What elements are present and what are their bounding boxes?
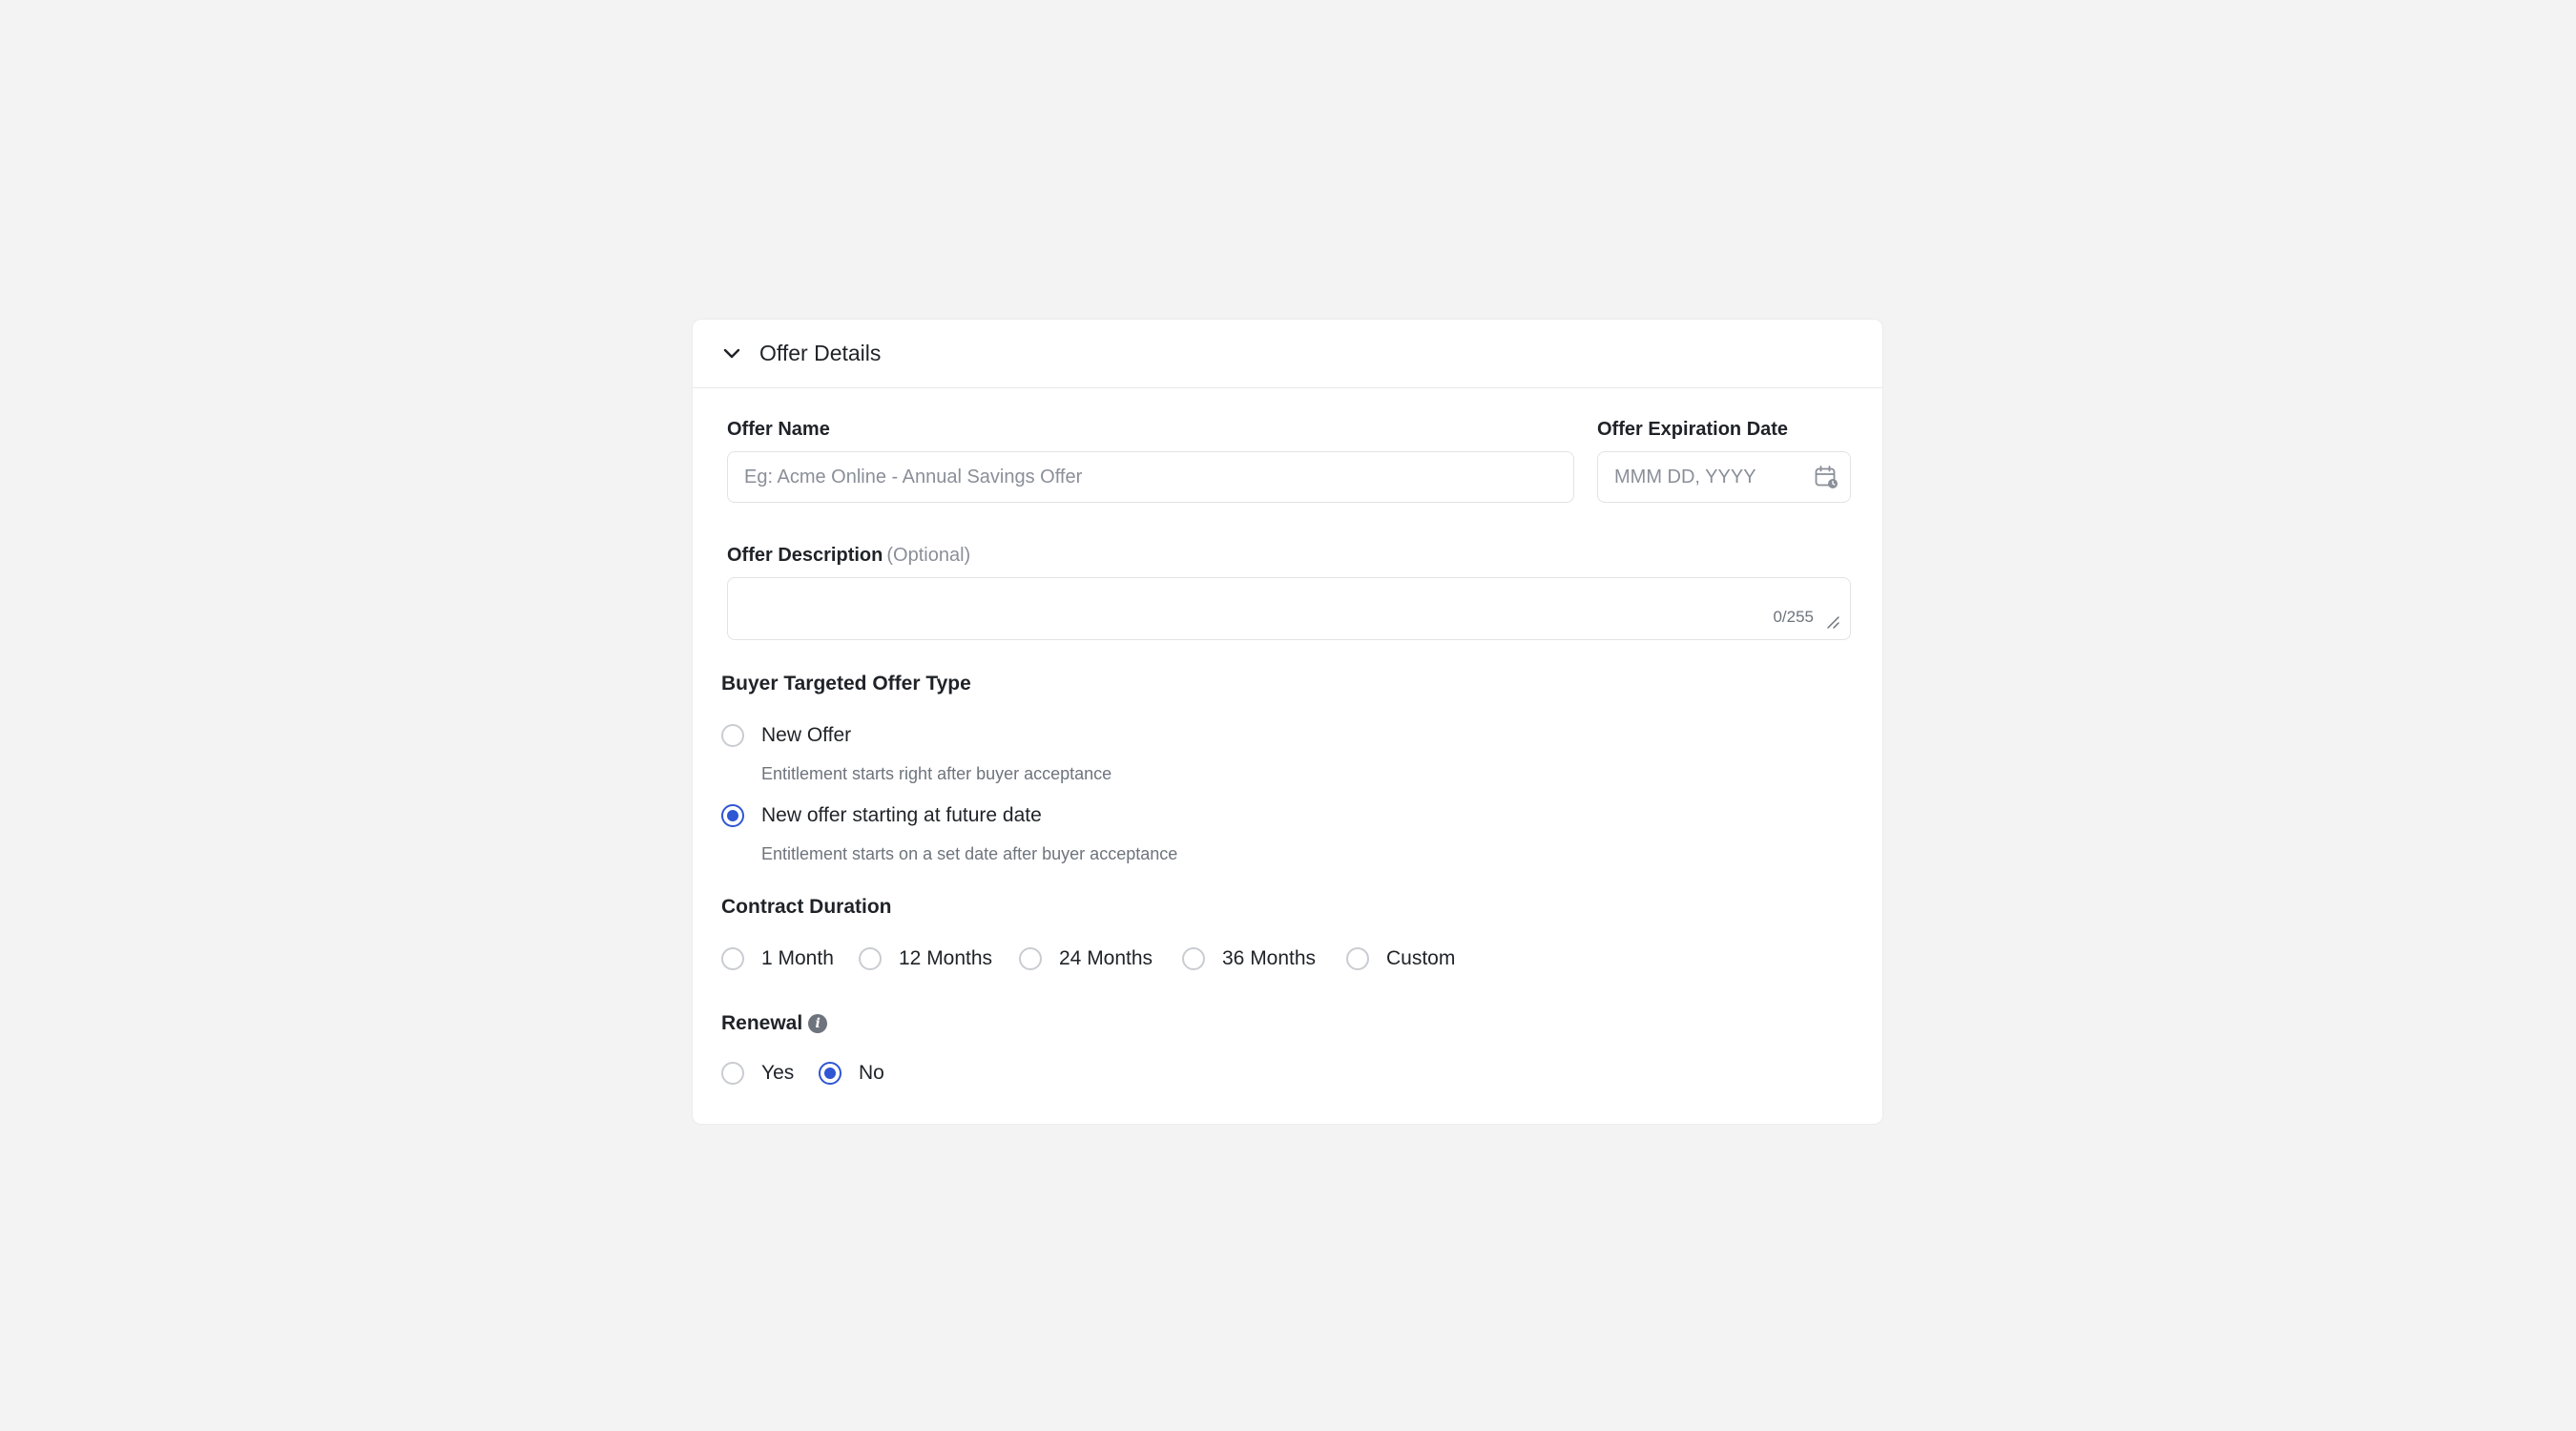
chevron-down-icon[interactable]	[721, 343, 742, 364]
option-label: Custom	[1386, 947, 1456, 969]
contract-duration-options: 1 Month 12 Months 24 Months 36 Months Cu…	[721, 947, 1455, 970]
offer-details-header[interactable]: Offer Details	[693, 320, 1882, 388]
buyer-type-option-new-offer[interactable]: New Offer	[721, 724, 851, 747]
optional-tag: (Optional)	[886, 545, 971, 566]
renewal-title-text: Renewal	[721, 1012, 803, 1034]
duration-option-custom[interactable]: Custom	[1346, 947, 1455, 970]
radio-custom[interactable]	[1346, 947, 1369, 970]
section-title: Offer Details	[759, 341, 882, 365]
offer-description-label: Offer Description (Optional)	[727, 545, 970, 567]
radio-36-months[interactable]	[1182, 947, 1205, 970]
renewal-option-no[interactable]: No	[819, 1062, 884, 1085]
option-label: Yes	[761, 1062, 795, 1084]
calendar-icon[interactable]	[1814, 465, 1839, 489]
option-label: 36 Months	[1222, 947, 1317, 969]
radio-yes[interactable]	[721, 1062, 744, 1085]
offer-description-textarea[interactable]: 0/255	[727, 577, 1851, 640]
option-description: Entitlement starts on a set date after b…	[761, 844, 1178, 863]
duration-option-12-months[interactable]: 12 Months	[859, 947, 1019, 970]
renewal-options: Yes No	[721, 1062, 884, 1085]
renewal-title: Renewal i	[721, 1012, 828, 1035]
duration-option-1-month[interactable]: 1 Month	[721, 947, 859, 970]
radio-future-date[interactable]	[721, 804, 744, 827]
radio-1-month[interactable]	[721, 947, 744, 970]
radio-no[interactable]	[819, 1062, 841, 1085]
renewal-option-yes[interactable]: Yes	[721, 1062, 819, 1085]
option-label: 1 Month	[761, 947, 834, 969]
option-label: 24 Months	[1059, 947, 1153, 969]
offer-name-placeholder: Eg: Acme Online - Annual Savings Offer	[744, 466, 1083, 487]
buyer-type-title: Buyer Targeted Offer Type	[721, 673, 971, 695]
offer-name-input[interactable]: Eg: Acme Online - Annual Savings Offer	[727, 451, 1574, 503]
offer-expiration-input[interactable]: MMM DD, YYYY	[1597, 451, 1851, 503]
buyer-type-option-future-date[interactable]: New offer starting at future date	[721, 804, 1042, 827]
offer-description-label-text: Offer Description	[727, 545, 883, 566]
option-label: New offer starting at future date	[761, 804, 1042, 826]
offer-details-card: Offer Details Offer Name Eg: Acme Online…	[692, 319, 1883, 1125]
character-counter: 0/255	[1773, 608, 1814, 626]
radio-12-months[interactable]	[859, 947, 882, 970]
option-label: 12 Months	[899, 947, 993, 969]
contract-duration-title: Contract Duration	[721, 896, 892, 918]
option-description: Entitlement starts right after buyer acc…	[761, 764, 1112, 783]
info-icon[interactable]: i	[808, 1014, 828, 1033]
option-label: No	[859, 1062, 884, 1084]
duration-option-36-months[interactable]: 36 Months	[1182, 947, 1346, 970]
offer-expiration-placeholder: MMM DD, YYYY	[1614, 466, 1756, 487]
offer-name-label: Offer Name	[727, 419, 830, 440]
duration-option-24-months[interactable]: 24 Months	[1019, 947, 1182, 970]
offer-expiration-label: Offer Expiration Date	[1597, 419, 1789, 440]
radio-24-months[interactable]	[1019, 947, 1042, 970]
radio-new-offer[interactable]	[721, 724, 744, 747]
resize-handle-icon[interactable]	[1825, 614, 1840, 630]
option-label: New Offer	[761, 724, 852, 746]
